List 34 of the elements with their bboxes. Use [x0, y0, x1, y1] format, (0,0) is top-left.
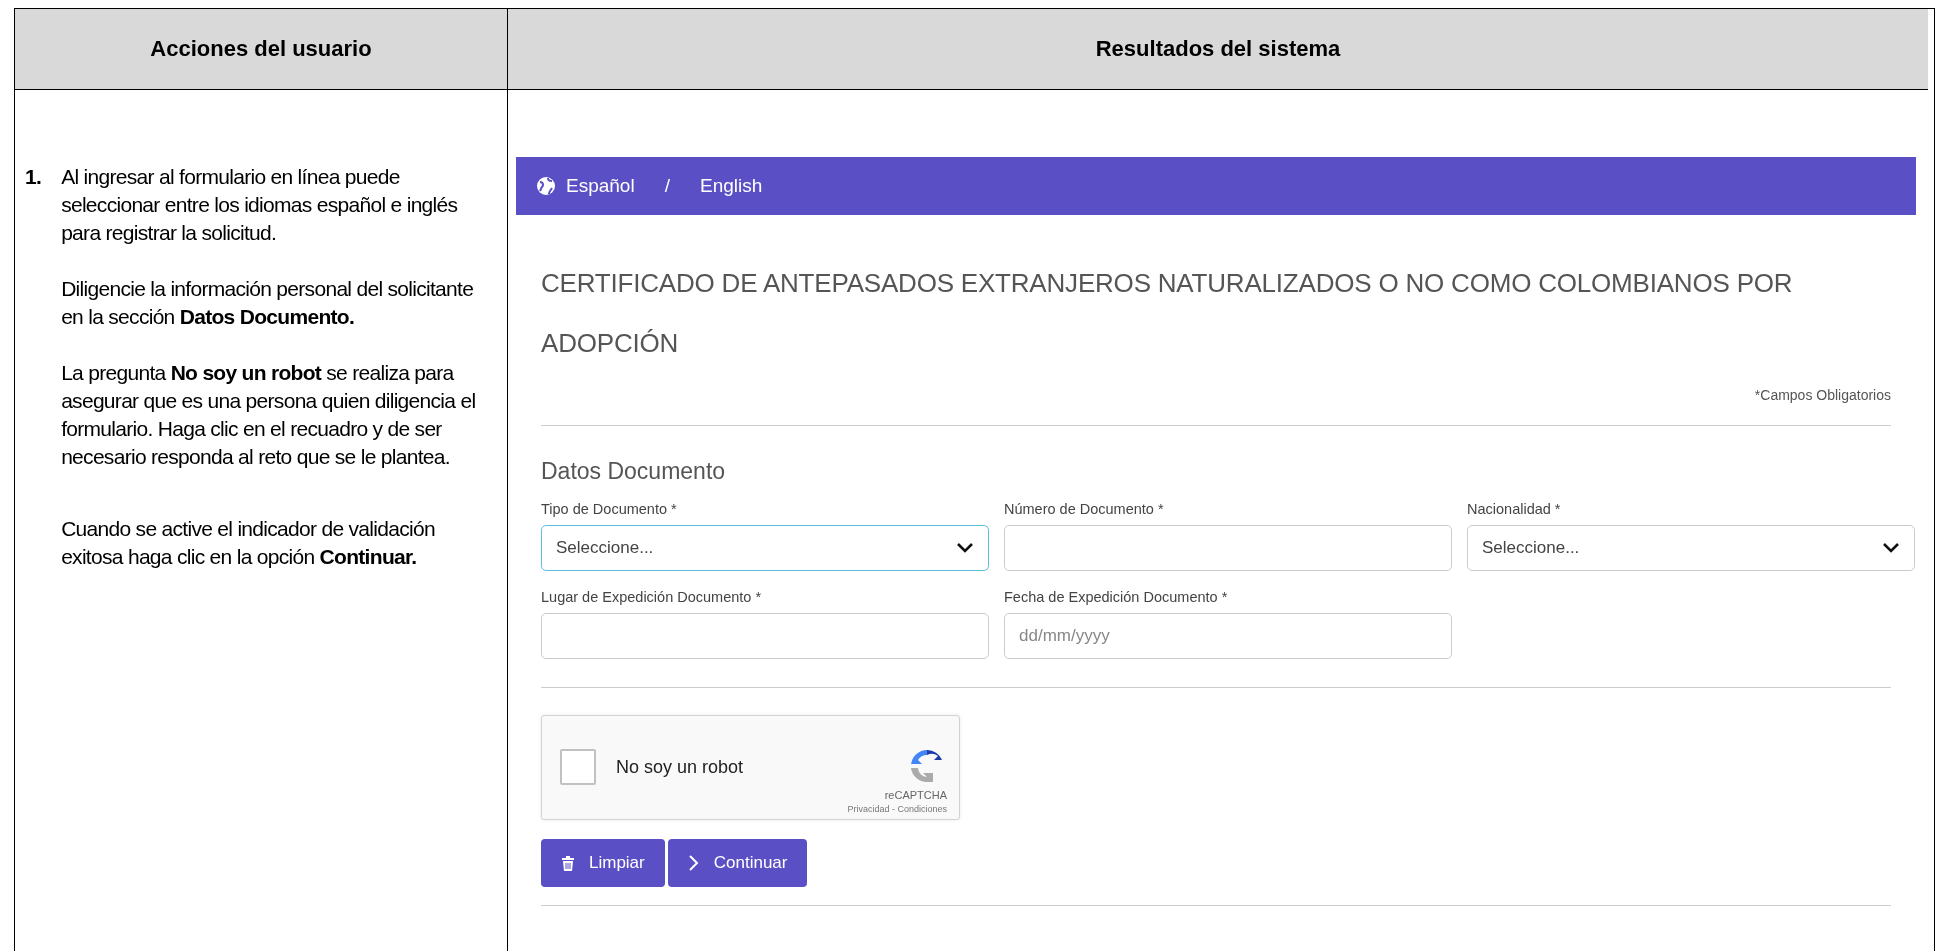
instruction-paragraph: Al ingresar al formulario en línea puede seleccionar entre los idiomas español e inglés para registrar la solicitud.: [61, 163, 459, 246]
separator: /: [664, 174, 670, 197]
select-field[interactable]: Seleccione...: [541, 524, 989, 571]
instruction-paragraph: Cuando se active el indicador de validación exitosa haga clic en la opción Continuar.: [61, 515, 436, 570]
field-label: Lugar de Expedición Documento *: [541, 588, 763, 605]
column-header: Resultados del sistema: [1095, 36, 1341, 62]
language-link[interactable]: Español: [566, 174, 635, 197]
select-field[interactable]: Seleccione...: [1467, 524, 1915, 571]
chevron-down-icon: [1882, 541, 1900, 554]
captcha-brand: reCAPTCHA: [884, 788, 947, 801]
instruction-paragraph: Diligencie la información personal del solicitante en la sección Datos Documento.: [61, 275, 475, 330]
language-link[interactable]: English: [699, 174, 763, 197]
chevron-down-icon: [956, 541, 974, 554]
step-number: 1.: [25, 163, 42, 190]
field-label: Número de Documento *: [1004, 500, 1165, 517]
column-header: Acciones del usuario: [150, 36, 372, 62]
checkbox[interactable]: [560, 749, 596, 785]
captcha-links[interactable]: Privacidad - Condiciones: [847, 803, 947, 814]
field-label: Nacionalidad *: [1467, 500, 1562, 517]
trash-icon: [561, 854, 575, 871]
input-field[interactable]: [1004, 524, 1452, 571]
instruction-paragraph: La pregunta No soy un robot se realiza para asegurar que es una persona quien diligencia el formulario. Haga clic en el recuadro y de ser necesario responda al reto que se le plantea.: [61, 359, 477, 470]
form-title: CERTIFICADO DE ANTEPASADOS EXTRANJEROS NATURALIZADOS O NO COMO COLOMBIANOS POR ADOPCIÓN: [541, 266, 1794, 360]
continue-button[interactable]: Continuar: [667, 838, 808, 887]
field-label: Tipo de Documento *: [541, 500, 678, 517]
section-title: Datos Documento: [541, 457, 726, 485]
input-field[interactable]: [541, 612, 989, 659]
chevron-right-icon: [687, 853, 700, 872]
input-field[interactable]: dd/mm/yyyy: [1004, 612, 1452, 659]
field-label: Fecha de Expedición Documento *: [1004, 588, 1229, 605]
required-note: *Campos Obligatorios: [1753, 386, 1891, 403]
clear-button[interactable]: Limpiar: [541, 838, 665, 887]
captcha-label: No soy un robot: [616, 756, 745, 778]
globe-icon: [536, 175, 556, 196]
